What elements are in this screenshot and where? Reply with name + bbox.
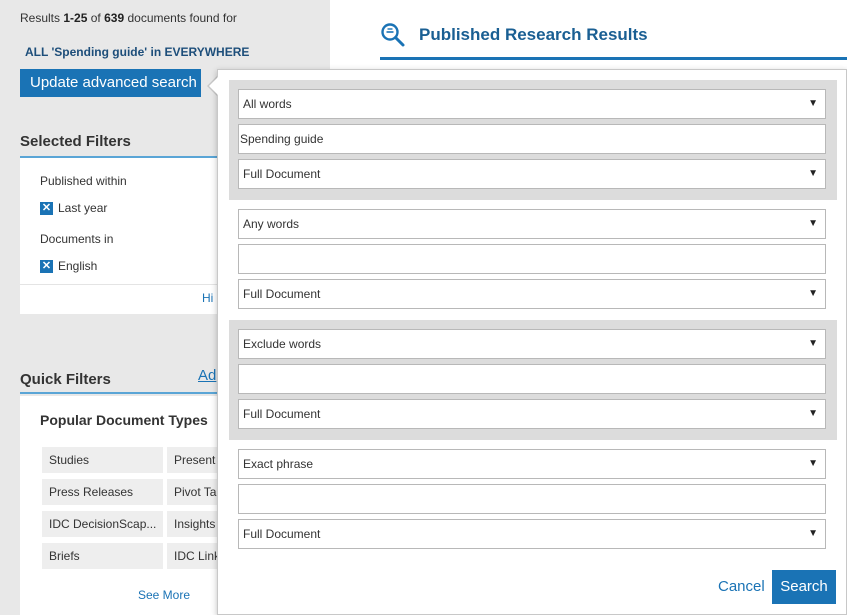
search-button[interactable]: Search — [772, 570, 836, 604]
filter-chip-label: English — [58, 259, 98, 273]
title-underline — [380, 57, 847, 60]
dropdown-caret-icon: ▼ — [808, 338, 818, 349]
match-mode-select[interactable]: Any words ▼ — [238, 209, 826, 239]
search-query: ALL 'Spending guide' in EVERYWHERE — [25, 45, 250, 59]
select-value: Exact phrase — [243, 457, 314, 471]
search-terms-input[interactable] — [238, 244, 826, 274]
scope-select[interactable]: Full Document ▼ — [238, 279, 826, 309]
dropdown-caret-icon: ▼ — [808, 458, 818, 469]
filter-chip-label: Last year — [58, 201, 108, 215]
search-icon — [381, 23, 405, 47]
scope-select[interactable]: Full Document ▼ — [238, 519, 826, 549]
select-value: Full Document — [243, 527, 321, 541]
filter-group-label: Documents in — [40, 232, 114, 246]
dropdown-caret-icon: ▼ — [808, 408, 818, 419]
filter-chip-last-year[interactable]: ✕ Last year — [40, 201, 107, 215]
doc-type-briefs[interactable]: Briefs — [42, 543, 163, 569]
select-value: Any words — [243, 217, 300, 231]
search-group-all-words: All words ▼ Spending guide Full Document… — [229, 80, 837, 200]
filter-chip-english[interactable]: ✕ English — [40, 259, 97, 273]
page-title: Published Research Results — [419, 25, 648, 44]
input-value: Spending guide — [240, 132, 324, 146]
see-more-link[interactable]: See More — [138, 588, 190, 602]
dropdown-caret-icon: ▼ — [808, 288, 818, 299]
quick-filters-underline — [20, 392, 220, 394]
scope-select[interactable]: Full Document ▼ — [238, 159, 826, 189]
select-value: All words — [243, 97, 292, 111]
dropdown-caret-icon: ▼ — [808, 218, 818, 229]
remove-filter-icon[interactable]: ✕ — [40, 201, 53, 215]
dropdown-caret-icon: ▼ — [808, 528, 818, 539]
results-suffix: documents found for — [127, 11, 237, 25]
remove-filter-icon[interactable]: ✕ — [40, 259, 53, 273]
search-group-any-words: Any words ▼ Full Document ▼ — [229, 200, 837, 320]
dropdown-caret-icon: ▼ — [808, 98, 818, 109]
scope-select[interactable]: Full Document ▼ — [238, 399, 826, 429]
add-filter-link[interactable]: Ad — [198, 367, 216, 384]
popular-document-types-title: Popular Document Types — [40, 412, 208, 428]
results-summary: Results 1-25 of 639 documents found for — [20, 11, 237, 25]
match-mode-select[interactable]: Exclude words ▼ — [238, 329, 826, 359]
doc-type-press-releases[interactable]: Press Releases — [42, 479, 163, 505]
hide-filters-link[interactable]: Hi — [202, 291, 213, 305]
match-mode-select[interactable]: Exact phrase ▼ — [238, 449, 826, 479]
update-advanced-search-button[interactable]: Update advanced search — [20, 69, 201, 97]
results-total: 639 — [104, 11, 125, 25]
match-mode-select[interactable]: All words ▼ — [238, 89, 826, 119]
advanced-search-popover: All words ▼ Spending guide Full Document… — [217, 69, 847, 615]
results-range: 1-25 — [63, 11, 88, 25]
select-value: Full Document — [243, 287, 321, 301]
results-of: of — [90, 11, 101, 25]
select-value: Exclude words — [243, 337, 322, 351]
doc-type-studies[interactable]: Studies — [42, 447, 163, 473]
select-value: Full Document — [243, 407, 321, 421]
search-terms-input[interactable] — [238, 484, 826, 514]
search-group-exact-phrase: Exact phrase ▼ Full Document ▼ — [229, 440, 837, 560]
filter-group-label: Published within — [40, 174, 127, 188]
quick-filters-title: Quick Filters — [20, 371, 111, 388]
search-terms-input[interactable] — [238, 364, 826, 394]
cancel-button[interactable]: Cancel — [718, 578, 765, 595]
popover-arrow-inner — [209, 77, 218, 95]
doc-type-idc-decisionscape[interactable]: IDC DecisionScap... — [42, 511, 163, 537]
select-value: Full Document — [243, 167, 321, 181]
search-group-exclude-words: Exclude words ▼ Full Document ▼ — [229, 320, 837, 440]
results-prefix: Results — [20, 11, 61, 25]
dropdown-caret-icon: ▼ — [808, 168, 818, 179]
selected-filters-title: Selected Filters — [20, 133, 131, 150]
search-terms-input[interactable]: Spending guide — [238, 124, 826, 154]
